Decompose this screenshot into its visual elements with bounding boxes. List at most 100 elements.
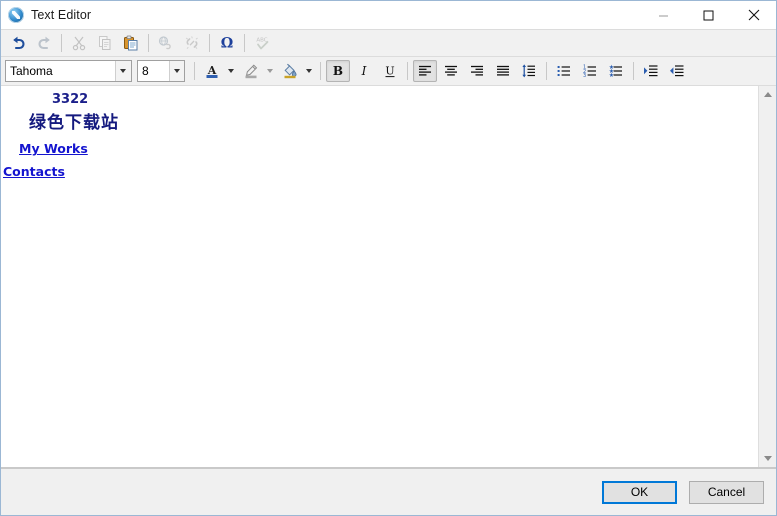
- toolbar-separator: [244, 34, 245, 52]
- text-editor-window: Text Editor: [0, 0, 777, 516]
- font-color-icon: A: [204, 63, 220, 79]
- toolbar-separator: [209, 34, 210, 52]
- paste-button[interactable]: [119, 32, 143, 54]
- indent-decrease-icon: [669, 63, 685, 79]
- numbered-list-icon: 123: [582, 63, 598, 79]
- document-heading: 绿色下载站: [29, 107, 119, 133]
- scissors-icon: [71, 35, 87, 51]
- star-list-icon: ★★★: [608, 63, 624, 79]
- align-center-icon: [443, 63, 459, 79]
- text-color-dropdown-arrow[interactable]: [225, 60, 236, 82]
- toolbar-separator: [148, 34, 149, 52]
- document-line: My Works: [19, 133, 752, 157]
- document-line: Contacts: [3, 157, 752, 180]
- copy-button[interactable]: [93, 32, 117, 54]
- align-justify-icon: [495, 63, 511, 79]
- underline-button[interactable]: U: [378, 60, 402, 82]
- insert-link-button[interactable]: [154, 32, 178, 54]
- close-button[interactable]: [731, 1, 776, 29]
- maximize-button[interactable]: [686, 1, 731, 29]
- toolbar-separator: [61, 34, 62, 52]
- svg-text:U: U: [385, 65, 394, 78]
- align-right-button[interactable]: [465, 60, 489, 82]
- font-size-combo[interactable]: 8: [137, 60, 185, 82]
- vertical-scrollbar[interactable]: [758, 86, 776, 467]
- line-spacing-button[interactable]: [517, 60, 541, 82]
- highlighter-icon: [243, 63, 259, 79]
- redo-icon: [36, 35, 53, 51]
- scroll-down-button[interactable]: [759, 450, 776, 467]
- rich-text-editor[interactable]: 3322 绿色下载站 My Works Contacts: [1, 86, 758, 467]
- bold-button[interactable]: B: [326, 60, 350, 82]
- special-character-button[interactable]: Ω: [215, 32, 239, 54]
- dialog-footer: OK Cancel: [1, 468, 776, 515]
- cut-button[interactable]: [67, 32, 91, 54]
- font-family-value: Tahoma: [6, 61, 115, 81]
- font-family-combo[interactable]: Tahoma: [5, 60, 132, 82]
- highlight-color-button[interactable]: [239, 60, 263, 82]
- align-center-button[interactable]: [439, 60, 463, 82]
- remove-link-button[interactable]: [180, 32, 204, 54]
- unlink-icon: [184, 35, 200, 51]
- copy-icon: [97, 35, 113, 51]
- indent-decrease-button[interactable]: [665, 60, 689, 82]
- abc-check-icon: ABC: [254, 35, 271, 51]
- background-color-dropdown-arrow[interactable]: [303, 60, 314, 82]
- star-list-button[interactable]: ★★★: [604, 60, 628, 82]
- toolbar-separator: [407, 62, 408, 80]
- undo-icon: [10, 35, 27, 51]
- toolbar-primary: Ω ABC: [1, 29, 776, 57]
- indent-increase-button[interactable]: [639, 60, 663, 82]
- font-size-value: 8: [138, 61, 169, 81]
- line-spacing-icon: [521, 63, 537, 79]
- toolbar-separator: [194, 62, 195, 80]
- link-icon: [158, 35, 174, 51]
- toolbar-formatting: Tahoma 8 A: [1, 57, 776, 86]
- window-controls: [641, 1, 776, 29]
- minimize-button[interactable]: [641, 1, 686, 29]
- text-color-button[interactable]: A: [200, 60, 224, 82]
- toolbar-separator: [633, 62, 634, 80]
- indent-increase-icon: [643, 63, 659, 79]
- undo-button[interactable]: [6, 32, 30, 54]
- underline-icon: U: [382, 63, 398, 79]
- font-size-dropdown-arrow[interactable]: [169, 61, 184, 81]
- align-right-icon: [469, 63, 485, 79]
- document-link-my-works[interactable]: My Works: [19, 142, 88, 157]
- scroll-up-button[interactable]: [759, 86, 776, 103]
- svg-text:I: I: [361, 64, 367, 78]
- font-family-dropdown-arrow[interactable]: [115, 61, 131, 81]
- align-left-icon: [417, 63, 433, 79]
- toolbar-separator: [546, 62, 547, 80]
- document-line: 3322: [7, 90, 752, 107]
- document-number: 3322: [52, 90, 88, 107]
- italic-icon: I: [356, 63, 372, 79]
- svg-text:Ω: Ω: [221, 36, 233, 52]
- highlight-color-dropdown-arrow[interactable]: [264, 60, 275, 82]
- toolbar-separator: [320, 62, 321, 80]
- bold-icon: B: [330, 63, 346, 79]
- bullet-list-button[interactable]: [552, 60, 576, 82]
- window-title: Text Editor: [31, 8, 91, 22]
- document-link-contacts[interactable]: Contacts: [3, 165, 65, 180]
- svg-text:★: ★: [609, 72, 614, 79]
- svg-text:B: B: [333, 64, 343, 78]
- redo-button[interactable]: [32, 32, 56, 54]
- align-justify-button[interactable]: [491, 60, 515, 82]
- align-left-button[interactable]: [413, 60, 437, 82]
- cancel-button[interactable]: Cancel: [689, 481, 764, 504]
- svg-text:3: 3: [583, 73, 586, 79]
- numbered-list-button[interactable]: 123: [578, 60, 602, 82]
- clipboard-icon: [123, 35, 139, 51]
- italic-button[interactable]: I: [352, 60, 376, 82]
- bullet-list-icon: [556, 63, 572, 79]
- document-line: 绿色下载站: [7, 107, 752, 133]
- omega-icon: Ω: [219, 35, 235, 51]
- editor-area: 3322 绿色下载站 My Works Contacts: [1, 86, 776, 468]
- paint-bucket-icon: [282, 63, 298, 79]
- spell-check-button[interactable]: ABC: [250, 32, 274, 54]
- app-icon: [8, 7, 24, 23]
- background-color-button[interactable]: [278, 60, 302, 82]
- title-bar: Text Editor: [1, 1, 776, 29]
- ok-button[interactable]: OK: [602, 481, 677, 504]
